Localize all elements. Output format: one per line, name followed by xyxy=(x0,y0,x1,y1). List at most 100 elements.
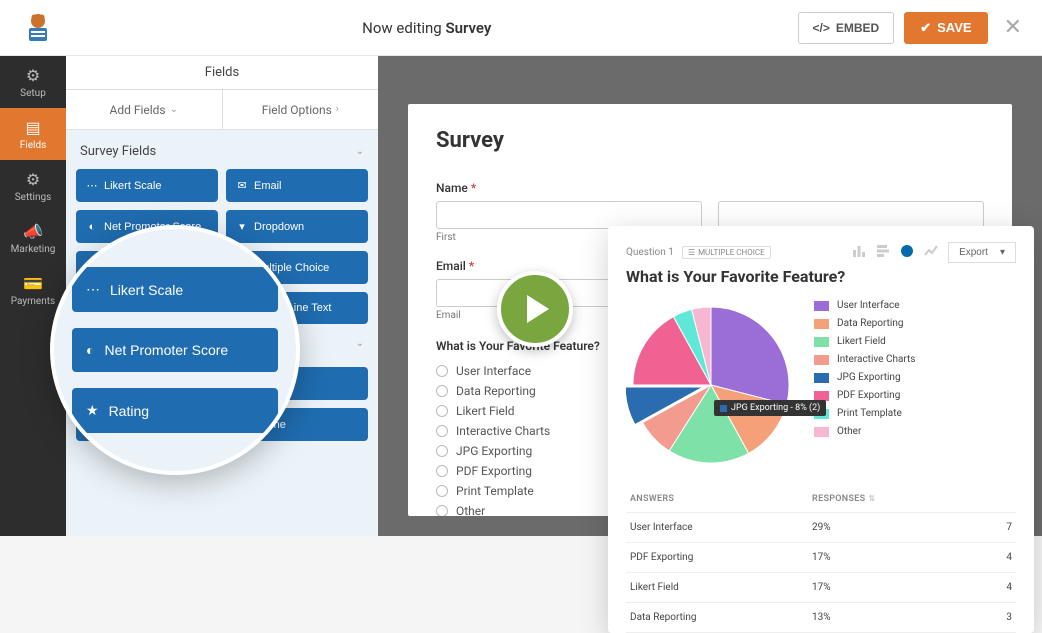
cell-pct: 29% xyxy=(808,513,983,543)
field-label: Net Promoter Score xyxy=(104,342,228,358)
hbar-chart-icon[interactable] xyxy=(876,243,890,262)
cell-answer: User Interface xyxy=(626,513,808,543)
legend-item: Other xyxy=(814,426,1016,437)
embed-label: EMBED xyxy=(836,21,879,35)
radio-icon xyxy=(436,385,448,397)
sidebar-item-fields[interactable]: ▤ Fields xyxy=(0,108,66,160)
pie-row: JPG Exporting - 8% (2) User Interface Dat… xyxy=(626,300,1016,470)
play-button[interactable] xyxy=(497,271,573,347)
legend-label: PDF Exporting xyxy=(837,390,900,401)
name-label: Name * xyxy=(436,181,984,195)
legend-item: Data Reporting xyxy=(814,318,1016,329)
gear-icon: ⚙ xyxy=(26,66,40,85)
field-label: Dropdown xyxy=(254,221,304,233)
th-label: RESPONSES xyxy=(812,494,865,504)
radio-icon xyxy=(436,445,448,457)
chevron-down-icon: ▾ xyxy=(1000,247,1005,258)
check-icon: ✔ xyxy=(920,20,931,36)
legend-swatch xyxy=(814,373,829,383)
first-name-input[interactable] xyxy=(436,201,702,229)
sidebar-item-label: Payments xyxy=(11,296,55,307)
radio-icon xyxy=(436,465,448,477)
table-row: PDF Exporting17%4 xyxy=(626,543,1016,573)
table-row: Data Reporting13%3 xyxy=(626,603,1016,633)
tab-field-options[interactable]: Field Options › xyxy=(223,90,379,130)
sidebar-item-label: Settings xyxy=(15,192,52,203)
card-icon: 💳 xyxy=(23,274,43,293)
option-label: Print Template xyxy=(456,484,534,498)
tooltip-swatch xyxy=(720,405,727,412)
legend-swatch xyxy=(814,427,829,437)
sliders-icon: ⚙ xyxy=(26,170,40,189)
legend-label: JPG Exporting xyxy=(837,372,901,383)
mag-field-likert[interactable]: ⋯Likert Scale xyxy=(72,267,278,312)
results-panel: Question 1 ☰MULTIPLE CHOICE Export▾ What… xyxy=(608,226,1034,633)
option-label: Interactive Charts xyxy=(456,424,550,438)
mag-field-nps[interactable]: ◐Net Promoter Score xyxy=(72,328,278,372)
legend-item: Print Template xyxy=(814,408,1016,419)
editing-name: Survey xyxy=(445,19,491,37)
pie-legend: User Interface Data Reporting Likert Field… xyxy=(814,300,1016,437)
table-row: Likert Field17%4 xyxy=(626,573,1016,603)
top-bar: Now editing Survey </> EMBED ✔ SAVE ✕ xyxy=(0,0,1042,56)
mag-field-rating[interactable]: ★Rating xyxy=(72,388,278,433)
chevron-down-icon: ⌄ xyxy=(356,146,364,157)
radio-icon xyxy=(436,365,448,377)
chart-type-tools: Export▾ xyxy=(852,242,1016,263)
caret-icon: ▾ xyxy=(236,220,248,233)
sidebar-item-label: Fields xyxy=(20,140,47,151)
required-mark: * xyxy=(471,181,476,195)
tooltip-text: JPG Exporting - 8% (2) xyxy=(731,403,820,413)
tab-add-fields[interactable]: Add Fields ⌄ xyxy=(66,90,223,130)
save-button[interactable]: ✔ SAVE xyxy=(904,12,987,44)
sidebar-item-settings[interactable]: ⚙ Settings xyxy=(0,160,66,212)
results-table: ANSWERS RESPONSES⇅ User Interface29%7PDF… xyxy=(626,486,1016,633)
option-label: User Interface xyxy=(456,364,531,378)
line-chart-icon[interactable] xyxy=(924,243,938,262)
cell-answer: PDF Exporting xyxy=(626,543,808,573)
legend-swatch xyxy=(814,337,829,347)
legend-item: User Interface xyxy=(814,300,1016,311)
legend-label: Interactive Charts xyxy=(837,354,915,365)
field-label: Rating xyxy=(109,403,149,419)
sidebar-item-marketing[interactable]: 📣 Marketing xyxy=(0,212,66,264)
pie-chart-icon[interactable] xyxy=(900,243,914,262)
bar-chart-icon[interactable] xyxy=(852,243,866,262)
field-dropdown[interactable]: ▾ Dropdown xyxy=(226,210,368,243)
cell-answer: Likert Field xyxy=(626,573,808,603)
radio-icon xyxy=(436,485,448,497)
pie-tooltip: JPG Exporting - 8% (2) xyxy=(714,400,826,416)
list-icon: ☰ xyxy=(688,248,695,257)
section-survey-fields[interactable]: Survey Fields ⌄ xyxy=(66,130,378,169)
legend-item: Likert Field xyxy=(814,336,1016,347)
magnify-lens: ⋯Likert Scale ◐Net Promoter Score ★Ratin… xyxy=(50,225,300,475)
option-label: Other xyxy=(456,504,485,516)
required-mark: * xyxy=(469,259,474,273)
label-text: Name xyxy=(436,181,468,195)
legend-label: Other xyxy=(837,426,861,437)
field-label: Email xyxy=(254,180,282,192)
dots-icon: ⋯ xyxy=(86,179,98,192)
radio-icon xyxy=(436,505,448,516)
megaphone-icon: 📣 xyxy=(23,222,43,241)
cell-count: 7 xyxy=(983,513,1016,543)
list-icon: ▤ xyxy=(25,118,40,137)
legend-swatch xyxy=(814,301,829,311)
legend-label: User Interface xyxy=(837,300,900,311)
close-icon[interactable]: ✕ xyxy=(1004,15,1022,40)
th-responses[interactable]: RESPONSES⇅ xyxy=(808,486,983,513)
editing-prefix: Now editing xyxy=(362,19,445,37)
cell-pct: 17% xyxy=(808,573,983,603)
last-name-input[interactable] xyxy=(718,201,984,229)
field-email[interactable]: ✉Email xyxy=(226,169,368,202)
th-answers[interactable]: ANSWERS xyxy=(626,486,808,513)
cell-count: 4 xyxy=(983,573,1016,603)
field-label: Likert Scale xyxy=(110,282,183,298)
option-label: JPG Exporting xyxy=(456,444,532,458)
cell-pct: 17% xyxy=(808,543,983,573)
export-button[interactable]: Export▾ xyxy=(948,242,1016,263)
embed-button[interactable]: </> EMBED xyxy=(798,12,895,44)
sidebar-item-setup[interactable]: ⚙ Setup xyxy=(0,56,66,108)
field-likert[interactable]: ⋯Likert Scale xyxy=(76,169,218,202)
panel-header: Fields xyxy=(66,56,378,90)
